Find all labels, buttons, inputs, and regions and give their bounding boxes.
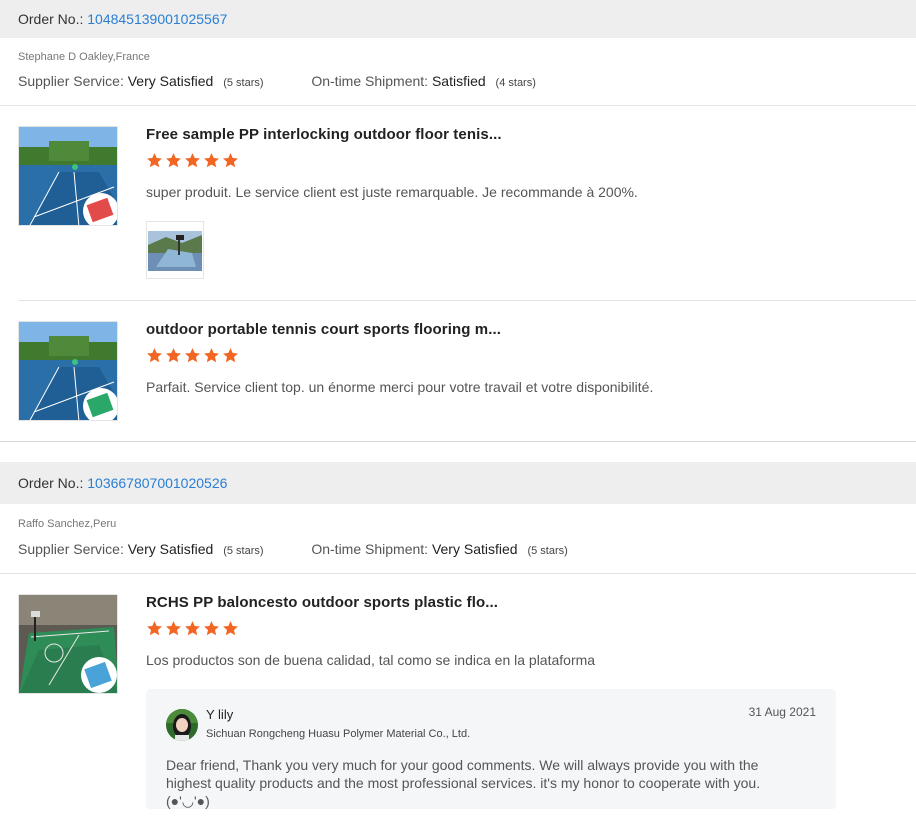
product-thumbnail[interactable] (18, 321, 118, 421)
service-ratings: Supplier Service: Very Satisfied (5 star… (18, 541, 568, 557)
product-title-link[interactable]: outdoor portable tennis court sports flo… (146, 321, 501, 338)
star-icon (166, 621, 181, 636)
supplier-service-stars: (5 stars) (223, 77, 264, 89)
order-number-link[interactable]: 103667807001020526 (87, 475, 227, 491)
product-title-link[interactable]: Free sample PP interlocking outdoor floo… (146, 126, 502, 143)
product-title-link[interactable]: RCHS PP baloncesto outdoor sports plasti… (146, 594, 498, 611)
shipment-value: Very Satisfied (431, 541, 518, 557)
star-icon (147, 621, 162, 636)
avatar (166, 709, 198, 741)
star-icon (185, 348, 200, 363)
order-header: Order No.: 104845139001025567 (0, 0, 916, 38)
supplier-reply: Y lily Sichuan Rongcheng Huasu Polymer M… (146, 689, 836, 809)
shipment-stars: (5 stars) (527, 545, 568, 557)
star-icon (223, 348, 238, 363)
reply-author: Y lily (206, 707, 234, 722)
supplier-service-value: Very Satisfied (127, 73, 214, 89)
order-header: Order No.: 103667807001020526 (0, 462, 916, 504)
supplier-service-stars: (5 stars) (223, 545, 264, 557)
review-text: Parfait. Service client top. un énorme m… (146, 379, 654, 395)
star-icon (204, 348, 219, 363)
product-thumbnail[interactable] (18, 594, 118, 694)
star-icon (166, 153, 181, 168)
shipment-label: On-time Shipment: (311, 73, 429, 89)
divider (0, 573, 916, 574)
star-rating (146, 620, 241, 640)
reply-company: Sichuan Rongcheng Huasu Polymer Material… (206, 728, 471, 740)
reply-text: Dear friend, Thank you very much for you… (166, 757, 761, 809)
star-icon (185, 621, 200, 636)
supplier-service-label: Supplier Service: (18, 541, 124, 557)
order-label: Order No.: (18, 11, 84, 27)
review-text: super produit. Le service client est jus… (146, 184, 638, 200)
star-icon (223, 153, 238, 168)
star-icon (204, 621, 219, 636)
star-icon (147, 348, 162, 363)
order-label: Order No.: (18, 475, 84, 491)
star-icon (223, 621, 238, 636)
shipment-value: Satisfied (431, 73, 486, 89)
reply-date: 31 Aug 2021 (748, 705, 816, 719)
star-rating (146, 347, 241, 367)
buyer-name: Stephane D Oakley,France (18, 51, 150, 63)
product-thumbnail[interactable] (18, 126, 118, 226)
star-icon (204, 153, 219, 168)
divider (0, 105, 916, 106)
star-rating (146, 152, 241, 172)
supplier-service-value: Very Satisfied (127, 541, 214, 557)
supplier-service-label: Supplier Service: (18, 73, 124, 89)
order-number-link[interactable]: 104845139001025567 (87, 11, 227, 27)
shipment-label: On-time Shipment: (311, 541, 429, 557)
star-icon (147, 153, 162, 168)
shipment-stars: (4 stars) (495, 77, 536, 89)
star-icon (166, 348, 181, 363)
service-ratings: Supplier Service: Very Satisfied (5 star… (18, 73, 536, 89)
review-text: Los productos son de buena calidad, tal … (146, 652, 596, 668)
divider (0, 441, 916, 442)
star-icon (185, 153, 200, 168)
divider (18, 300, 916, 301)
review-photo[interactable] (146, 221, 204, 279)
buyer-name: Raffo Sanchez,Peru (18, 518, 117, 530)
